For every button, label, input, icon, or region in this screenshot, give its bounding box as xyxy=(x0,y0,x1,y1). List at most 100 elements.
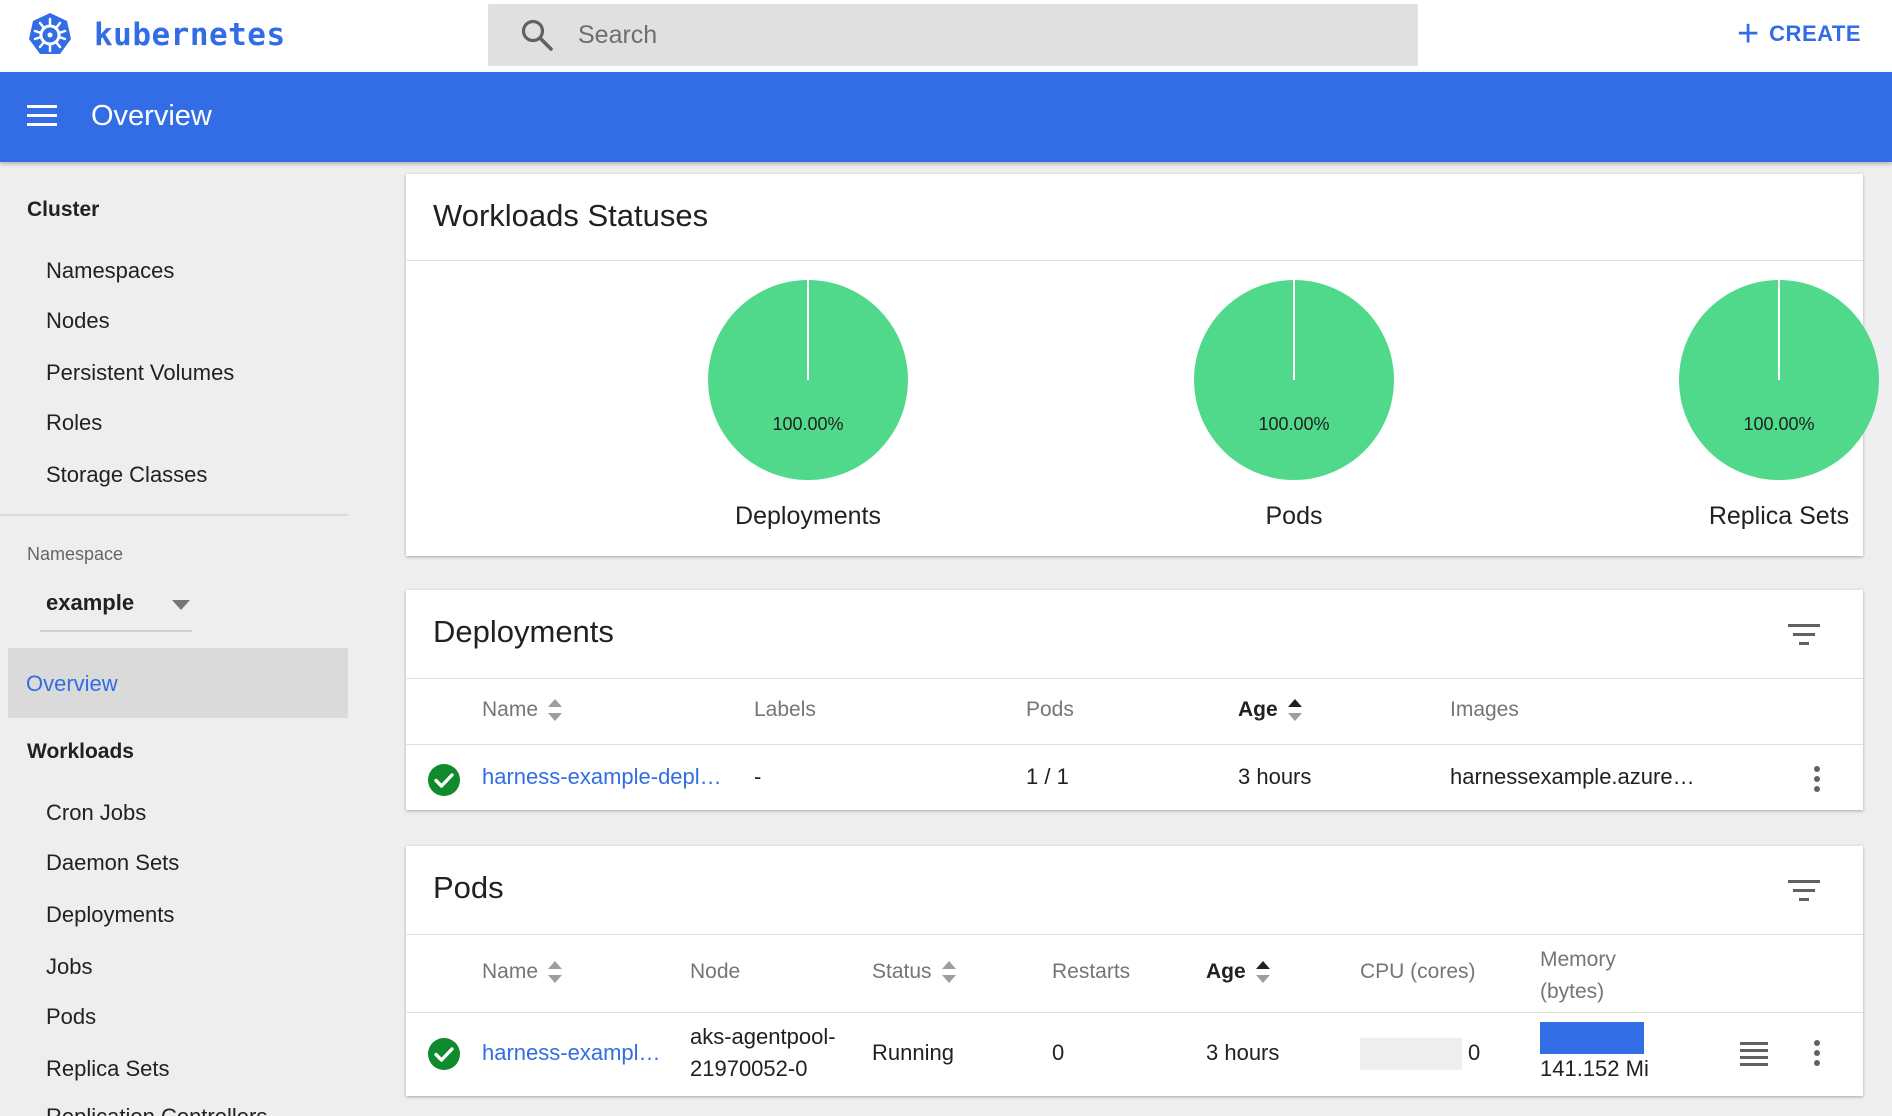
pod-memory: 141.152 Mi xyxy=(1540,1056,1649,1081)
column-header-node: Node xyxy=(690,960,741,983)
more-actions-icon[interactable] xyxy=(1814,766,1822,792)
pie-percent-label: 100.00% xyxy=(772,414,843,434)
pie-chart: 100.00% xyxy=(1679,280,1879,480)
pod-node-line1: aks-agentpool- xyxy=(690,1024,836,1049)
check-icon xyxy=(428,1038,460,1070)
search-bar[interactable] xyxy=(488,4,1418,66)
card-title: Pods xyxy=(433,870,504,905)
sort-icon xyxy=(1255,961,1270,984)
pods-status-chart: 100.00% Pods xyxy=(1134,280,1454,544)
deployment-images: harnessexample.azure… xyxy=(1450,764,1695,789)
sidebar-item-roles[interactable]: Roles xyxy=(46,410,102,436)
column-label: Age xyxy=(1206,960,1246,983)
replica-sets-status-chart: 100.00% Replica Sets xyxy=(1619,280,1892,544)
pod-status: Running xyxy=(872,1040,954,1065)
title-bar: Overview xyxy=(0,72,1892,162)
pie-percent-label: 100.00% xyxy=(1258,414,1329,434)
column-header-images: Images xyxy=(1450,698,1519,721)
sidebar-item-storage-classes[interactable]: Storage Classes xyxy=(46,462,207,488)
filter-icon[interactable] xyxy=(1788,624,1820,646)
column-label: Name xyxy=(482,960,539,983)
column-label: Age xyxy=(1238,698,1278,721)
search-input[interactable] xyxy=(578,20,1278,50)
dropdown-arrow-icon xyxy=(172,600,190,610)
card-title: Deployments xyxy=(433,614,614,649)
namespace-select[interactable]: example xyxy=(40,582,192,632)
column-header-cpu: CPU (cores) xyxy=(1360,960,1476,983)
filter-icon[interactable] xyxy=(1788,880,1820,902)
column-header-labels: Labels xyxy=(754,698,816,721)
table-divider xyxy=(406,1012,1863,1013)
column-header-pods: Pods xyxy=(1026,698,1074,721)
sort-icon xyxy=(548,699,563,722)
column-header-name[interactable]: Name xyxy=(482,698,563,722)
sort-icon xyxy=(548,961,563,984)
sidebar-item-pods[interactable]: Pods xyxy=(46,1004,96,1030)
sidebar: Cluster Namespaces Nodes Persistent Volu… xyxy=(0,162,356,1116)
sidebar-item-jobs[interactable]: Jobs xyxy=(46,954,92,980)
sidebar-item-replica-sets[interactable]: Replica Sets xyxy=(46,1056,170,1082)
deployments-status-chart: 100.00% Deployments xyxy=(648,280,968,544)
pie-chart: 100.00% xyxy=(1194,280,1394,480)
column-label: Status xyxy=(872,960,932,983)
check-icon xyxy=(428,764,460,796)
sidebar-item-overview[interactable]: Overview xyxy=(8,648,348,718)
workloads-statuses-card: Workloads Statuses 100.00% Deployments 1… xyxy=(406,174,1879,556)
kubernetes-logo-icon xyxy=(29,13,71,54)
sort-icon xyxy=(1287,699,1302,722)
pie-label: Replica Sets xyxy=(1708,502,1850,530)
column-header-memory: Memory (bytes) xyxy=(1540,948,1616,1003)
cpu-usage-sparkline xyxy=(1360,1038,1462,1070)
sidebar-item-nodes[interactable]: Nodes xyxy=(46,308,110,334)
card-title: Workloads Statuses xyxy=(433,198,709,233)
card-divider xyxy=(406,260,1863,261)
sidebar-item-deployments[interactable]: Deployments xyxy=(46,902,174,928)
brand-name: kubernetes xyxy=(94,17,286,53)
column-header-name[interactable]: Name xyxy=(482,960,563,984)
top-bar: kubernetes + CREATE xyxy=(0,0,1892,72)
sidebar-item-persistent-volumes[interactable]: Persistent Volumes xyxy=(46,360,234,386)
namespace-label: Namespace xyxy=(27,544,124,564)
pod-age: 3 hours xyxy=(1206,1040,1280,1065)
memory-usage-sparkline xyxy=(1540,1022,1644,1054)
deployments-card: Deployments Name Labels Pods Age Images … xyxy=(406,590,1863,810)
column-header-status[interactable]: Status xyxy=(872,960,956,984)
column-header-age[interactable]: Age xyxy=(1238,698,1302,722)
search-icon xyxy=(521,19,553,51)
deployment-age: 3 hours xyxy=(1238,764,1312,789)
pie-chart: 100.00% xyxy=(708,280,908,480)
sidebar-item-namespaces[interactable]: Namespaces xyxy=(46,258,174,284)
hamburger-menu-icon[interactable] xyxy=(27,105,57,129)
deployment-pods: 1 / 1 xyxy=(1026,764,1069,789)
deployment-labels: - xyxy=(754,764,762,789)
sidebar-heading-cluster[interactable]: Cluster xyxy=(27,198,99,222)
pod-node-line2: 21970052-0 xyxy=(690,1056,808,1081)
sidebar-item-replication-controllers[interactable]: Replication Controllers xyxy=(46,1104,267,1116)
more-actions-icon[interactable] xyxy=(1814,1040,1822,1066)
pod-name-link[interactable]: harness-exampl… xyxy=(482,1040,661,1066)
pie-label: Pods xyxy=(1265,502,1323,530)
card-divider xyxy=(406,934,1863,935)
deployment-name-link[interactable]: harness-example-depl… xyxy=(482,764,722,790)
sidebar-divider xyxy=(0,514,348,516)
column-header-restarts: Restarts xyxy=(1052,960,1131,983)
pie-percent-label: 100.00% xyxy=(1743,414,1814,434)
create-label: CREATE xyxy=(1769,21,1861,46)
card-divider xyxy=(406,678,1863,679)
create-button[interactable]: + CREATE xyxy=(1737,14,1861,54)
logs-icon[interactable] xyxy=(1740,1042,1768,1066)
pie-label: Deployments xyxy=(735,502,881,530)
sidebar-item-cron-jobs[interactable]: Cron Jobs xyxy=(46,800,146,826)
sidebar-heading-workloads[interactable]: Workloads xyxy=(27,740,134,764)
sidebar-item-label: Overview xyxy=(26,671,118,696)
sort-icon xyxy=(941,961,956,984)
sidebar-item-daemon-sets[interactable]: Daemon Sets xyxy=(46,850,179,876)
column-label: Name xyxy=(482,698,539,721)
table-divider xyxy=(406,744,1863,745)
pod-restarts: 0 xyxy=(1052,1040,1065,1065)
pods-card: Pods Name Node Status Restarts Age CPU (… xyxy=(406,846,1863,1096)
plus-icon: + xyxy=(1736,13,1760,55)
page-title: Overview xyxy=(91,100,212,132)
column-header-age[interactable]: Age xyxy=(1206,960,1270,984)
logo[interactable]: kubernetes xyxy=(26,10,286,60)
